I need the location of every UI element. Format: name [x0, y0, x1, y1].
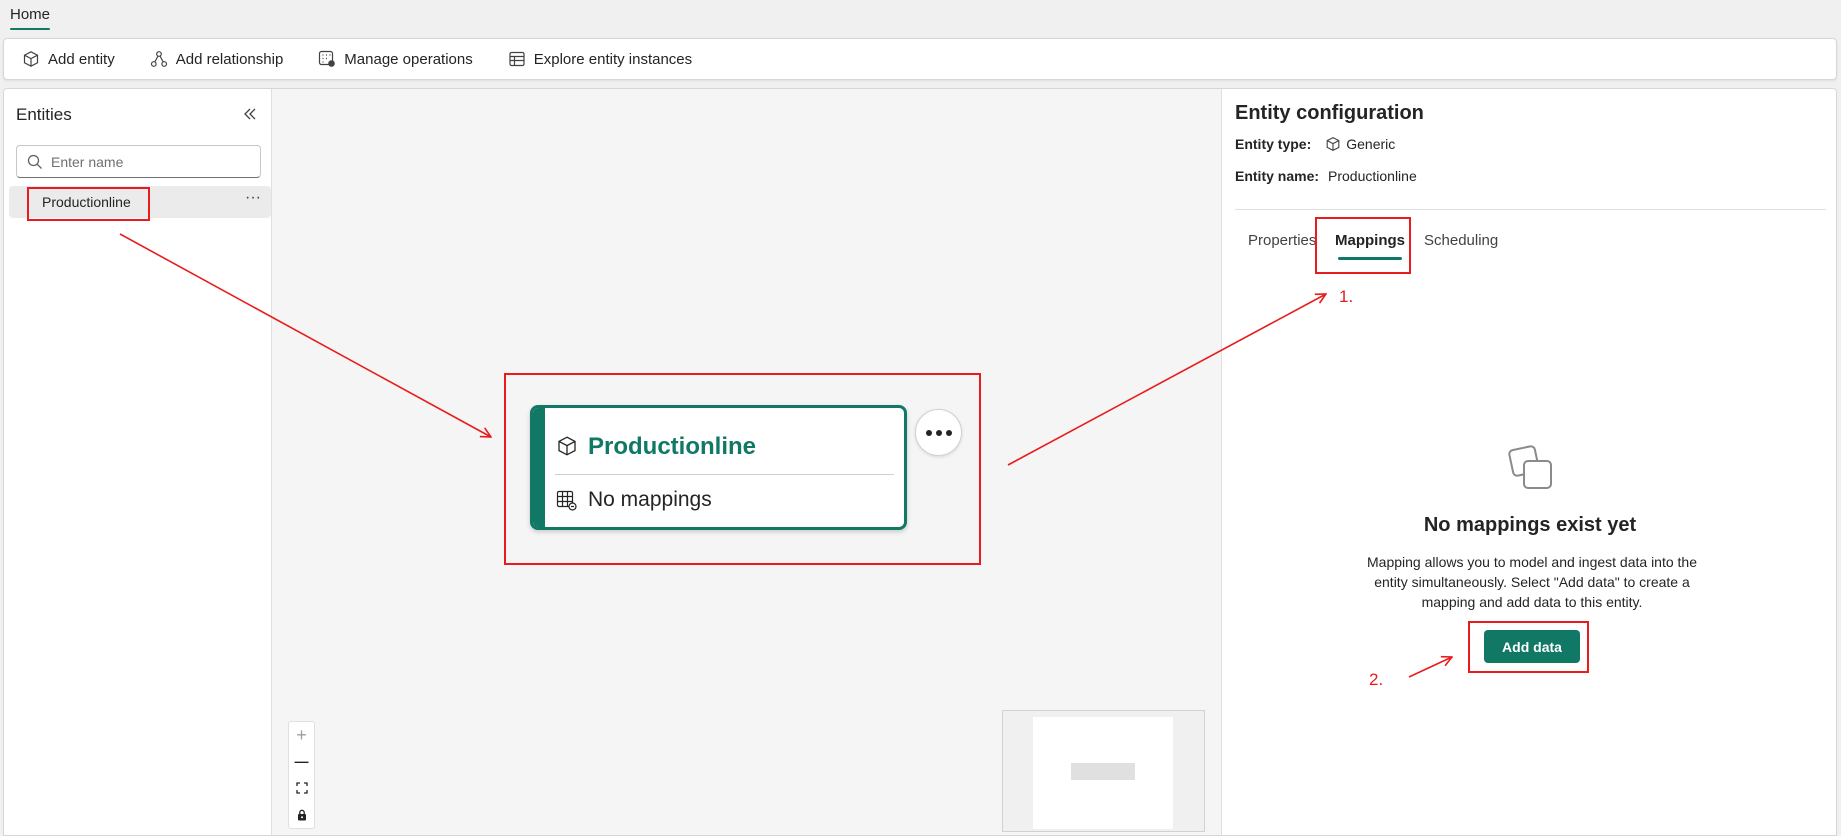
dot: [945, 429, 952, 436]
entity-node-accent-bar: [533, 408, 545, 527]
ribbon-toolbar: Add entity Add relationship Manage opera…: [3, 38, 1837, 80]
active-tab-indicator: [1338, 257, 1402, 260]
entity-list-item[interactable]: Productionline ···: [9, 186, 271, 218]
dot: [935, 429, 942, 436]
zoom-out-button[interactable]: —: [289, 748, 314, 774]
table-icon: [509, 51, 525, 67]
lock-canvas-button[interactable]: [289, 802, 314, 828]
entity-name-value: Productionline: [1328, 168, 1417, 184]
fit-view-button[interactable]: [289, 775, 314, 801]
node-more-options-button[interactable]: [915, 409, 962, 456]
entity-name-row: Entity name: Productionline: [1235, 168, 1417, 184]
entities-panel-title: Entities: [16, 105, 72, 124]
operations-icon: [319, 50, 336, 67]
add-entity-label: Add entity: [48, 50, 115, 68]
add-relationship-button[interactable]: Add relationship: [150, 50, 284, 68]
zoom-in-button[interactable]: +: [289, 722, 314, 748]
entity-node-title: Productionline: [588, 433, 756, 460]
empty-state-description: Mapping allows you to model and ingest d…: [1367, 554, 1697, 610]
manage-operations-button[interactable]: Manage operations: [318, 50, 473, 68]
entity-more-options-icon[interactable]: ···: [245, 189, 261, 207]
tab-home[interactable]: Home: [10, 6, 51, 30]
annotation-step-2: 2.: [1369, 670, 1384, 689]
manage-operations-label: Manage operations: [344, 50, 473, 68]
entity-node-divider: [555, 474, 894, 475]
entity-configuration-title: Entity configuration: [1235, 102, 1424, 124]
add-entity-button[interactable]: Add entity: [22, 50, 115, 68]
entity-configuration-panel: Entity configuration Entity type: Generi…: [1221, 89, 1836, 835]
entity-type-value: Generic: [1346, 136, 1396, 152]
section-divider: [1235, 209, 1826, 210]
minimap-node: [1071, 763, 1135, 780]
active-tab-indicator: [10, 28, 51, 30]
dot: [925, 429, 932, 436]
explore-entity-instances-label: Explore entity instances: [533, 50, 693, 68]
relationship-icon: [150, 51, 167, 67]
add-data-button[interactable]: Add data: [1484, 630, 1580, 663]
entities-panel: Entities Productionline ···: [4, 89, 272, 835]
tab-scheduling[interactable]: Scheduling: [1424, 232, 1498, 249]
tab-home-label: Home: [10, 6, 51, 23]
tab-properties[interactable]: Properties: [1248, 232, 1316, 249]
empty-state-title: No mappings exist yet: [1423, 514, 1637, 536]
entity-list-item-label: Productionline: [42, 194, 131, 210]
workspace: Entities Productionline ··· Productionli…: [3, 88, 1837, 836]
explore-entity-instances-button[interactable]: Explore entity instances: [508, 50, 692, 68]
cube-icon: [1326, 136, 1340, 152]
lock-icon: [297, 809, 306, 821]
model-canvas[interactable]: Productionline No mappings + —: [273, 89, 1220, 835]
cube-icon: [558, 436, 576, 456]
entity-name-label: Entity name:: [1235, 168, 1320, 184]
minimap[interactable]: [1002, 710, 1205, 832]
fit-view-icon: [295, 782, 308, 794]
mappings-empty-icon: [1508, 445, 1552, 489]
entity-node[interactable]: Productionline No mappings: [530, 405, 907, 530]
entity-type-label: Entity type:: [1235, 136, 1312, 152]
tab-mappings[interactable]: Mappings: [1335, 232, 1405, 249]
entity-type-row: Entity type: Generic: [1235, 136, 1395, 152]
search-input[interactable]: [51, 153, 251, 170]
annotation-step-1: 1.: [1339, 287, 1354, 306]
collapse-panel-icon[interactable]: [241, 103, 259, 125]
zoom-controls: + —: [288, 721, 315, 829]
search-icon: [27, 154, 42, 169]
entity-node-mapping-status: No mappings: [588, 488, 712, 511]
mapping-table-icon: [556, 490, 577, 511]
entity-search-field[interactable]: [16, 145, 261, 178]
cube-icon: [23, 51, 39, 67]
add-relationship-label: Add relationship: [175, 50, 284, 68]
